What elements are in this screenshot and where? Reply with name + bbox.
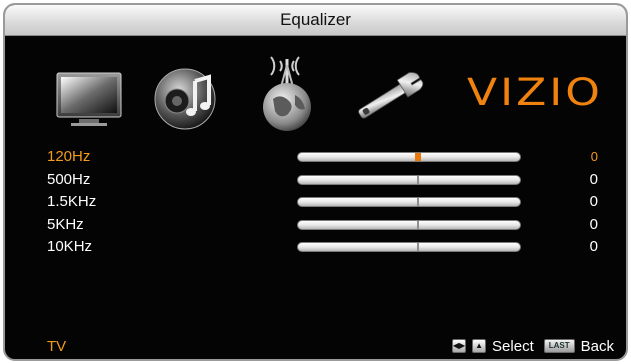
- equalizer-band-row[interactable]: 120Hz 0: [5, 147, 626, 169]
- band-slider[interactable]: [297, 152, 521, 162]
- band-value: 0: [589, 193, 598, 210]
- up-down-arrows-icon: ▲: [472, 339, 487, 353]
- band-label: 10KHz: [47, 238, 93, 255]
- band-label: 5KHz: [47, 215, 84, 233]
- last-key-icon: LAST: [543, 339, 575, 353]
- band-slider[interactable]: [297, 242, 521, 252]
- equalizer-band-row[interactable]: 10KHz 0: [5, 237, 626, 259]
- vizio-logo: VIZIO: [467, 71, 603, 115]
- input-source-label: TV: [47, 338, 67, 355]
- back-hint[interactable]: Back: [581, 338, 614, 355]
- equalizer-band-row[interactable]: 500Hz 0: [5, 170, 626, 192]
- band-value: 0: [589, 215, 598, 233]
- equalizer-menu: Equalizer VIZIO 120Hz 0 500Hz 0 1.5KHz 0…: [3, 3, 628, 361]
- band-label: 500Hz: [47, 170, 91, 188]
- band-value: 0: [589, 238, 598, 255]
- slider-thumb[interactable]: [417, 175, 419, 184]
- slider-thumb[interactable]: [417, 198, 419, 206]
- network-icon[interactable]: [251, 47, 323, 131]
- band-label: 120Hz: [47, 148, 91, 165]
- equalizer-band-row[interactable]: 1.5KHz 0: [5, 192, 626, 214]
- footer-hints: ◀▶ ▲ Select LAST Back: [452, 337, 614, 355]
- slider-thumb[interactable]: [415, 153, 421, 161]
- slider-thumb[interactable]: [417, 220, 419, 229]
- left-right-arrows-icon: ◀▶: [452, 339, 467, 353]
- band-slider[interactable]: [297, 174, 521, 185]
- settings-wrench-icon[interactable]: [349, 61, 424, 133]
- band-value: 0: [590, 149, 598, 164]
- band-slider[interactable]: [297, 219, 521, 230]
- tv-icon[interactable]: [53, 61, 125, 133]
- band-value: 0: [589, 170, 598, 188]
- audio-icon[interactable]: [149, 61, 221, 133]
- select-hint: Select: [492, 337, 534, 355]
- band-label: 1.5KHz: [47, 193, 97, 210]
- slider-thumb[interactable]: [417, 243, 419, 251]
- menu-title: Equalizer: [5, 5, 626, 36]
- equalizer-band-row[interactable]: 5KHz 0: [5, 215, 626, 237]
- band-slider[interactable]: [297, 197, 521, 207]
